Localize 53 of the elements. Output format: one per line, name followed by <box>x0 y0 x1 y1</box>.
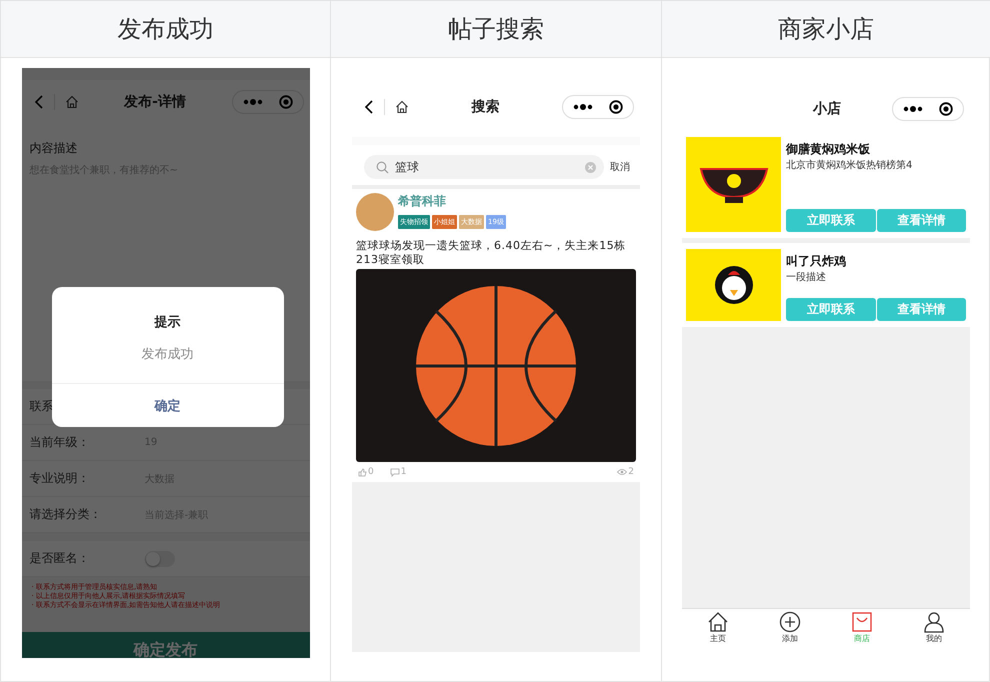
toggle-switch[interactable] <box>144 550 174 566</box>
page-title: 搜索 <box>470 98 500 116</box>
field-label: 专业说明： <box>30 470 90 487</box>
thumb-icon <box>358 468 367 476</box>
field-label: 请选择分类： <box>30 506 102 523</box>
home-icon <box>707 611 729 633</box>
comment-icon <box>390 468 400 476</box>
details-button[interactable]: 查看详情 <box>876 298 966 321</box>
details-button[interactable]: 查看详情 <box>876 209 966 232</box>
shop-description: 一段描述 <box>786 270 827 284</box>
dialog-title: 提示 <box>154 314 180 331</box>
page-title: 发布-详情 <box>122 93 187 111</box>
shop-name: 御膳黄焖鸡米饭 <box>786 141 871 158</box>
shop-name: 叫了只炸鸡 <box>786 253 847 270</box>
page-title: 小店 <box>812 100 842 118</box>
confirm-button[interactable]: 确定 <box>52 383 284 427</box>
more-icon <box>242 98 262 106</box>
column-heading: 商家小店 <box>662 1 990 58</box>
bag-icon <box>851 611 873 633</box>
contact-button[interactable]: 立即联系 <box>786 209 876 232</box>
cancel-button[interactable]: 取消 <box>610 160 630 174</box>
avatar <box>356 193 394 231</box>
home-icon[interactable] <box>395 100 409 114</box>
search-icon <box>376 160 389 174</box>
user-icon <box>923 611 945 633</box>
like-count[interactable]: 0 <box>358 467 374 477</box>
more-icon <box>573 103 593 111</box>
tab[interactable]: 商店 <box>826 609 898 655</box>
more-icon <box>903 105 923 113</box>
capsule-menu[interactable] <box>562 95 634 119</box>
back-icon[interactable] <box>364 100 374 114</box>
view-count: 2 <box>617 467 634 477</box>
plus-circle-icon <box>779 611 801 633</box>
contact-button[interactable]: 立即联系 <box>786 298 876 321</box>
column-heading: 发布成功 <box>1 1 331 58</box>
tab[interactable]: 我的 <box>898 609 970 655</box>
submit-button[interactable]: 确定发布 <box>22 632 310 658</box>
post-text: 篮球球场发现一遗失篮球，6.40左右~，失主来15栋213寝室领取 <box>356 239 627 267</box>
tab[interactable]: 添加 <box>754 609 826 655</box>
comment-count[interactable]: 1 <box>390 467 406 477</box>
dialog-message: 发布成功 <box>142 346 194 363</box>
chicken-drawing <box>714 265 754 305</box>
tab[interactable]: 主页 <box>682 609 754 655</box>
eye-icon <box>617 468 628 476</box>
capsule-menu[interactable] <box>892 97 964 121</box>
section-label: 内容描述 <box>30 140 78 157</box>
search-field[interactable]: 篮球 <box>364 155 604 179</box>
field-label: 是否匿名： <box>30 550 90 567</box>
column-heading: 帖子搜索 <box>331 1 662 58</box>
author-name: 希普科菲 <box>398 193 447 210</box>
field-label: 联系 <box>30 398 54 415</box>
field-label: 当前年级： <box>30 434 90 451</box>
shop-description: 北京市黄焖鸡米饭热销榜第4 <box>786 158 914 172</box>
